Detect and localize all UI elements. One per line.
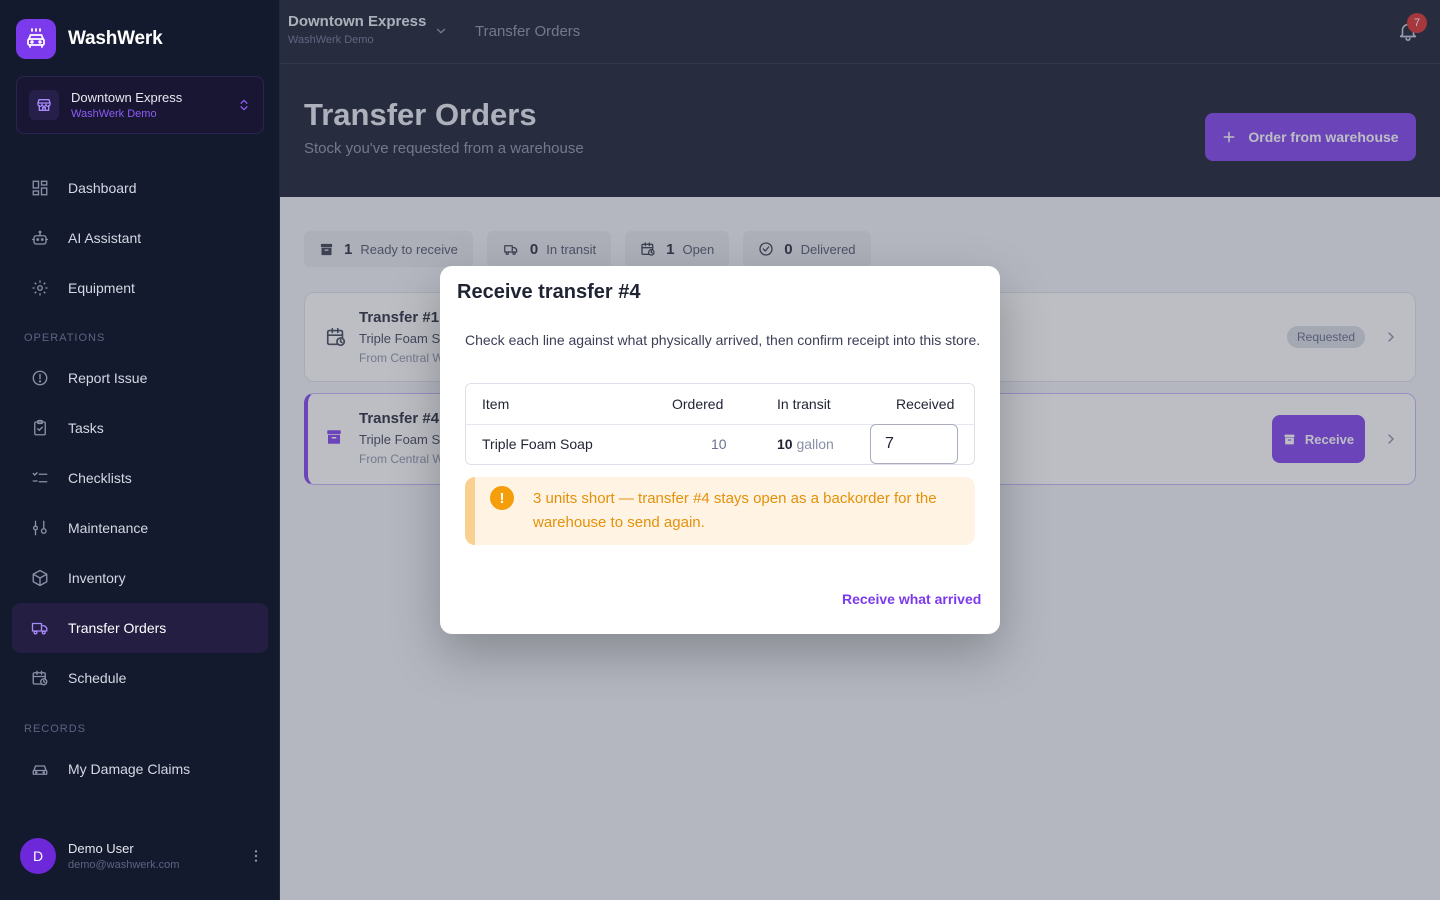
wrench-icon	[30, 518, 50, 538]
nav-section-operations: OPERATIONS	[24, 332, 106, 344]
dialog-title: Receive transfer #4	[457, 281, 641, 303]
sidebar-item-label: Inventory	[68, 570, 126, 586]
receive-what-arrived-button[interactable]: Receive what arrived	[842, 591, 981, 607]
sidebar-item-tasks[interactable]: Tasks	[12, 403, 268, 453]
sidebar-item-transfer-orders[interactable]: Transfer Orders	[12, 603, 268, 653]
list-check-icon	[30, 468, 50, 488]
sidebar-item-label: Maintenance	[68, 520, 149, 536]
sidebar-item-dashboard[interactable]: Dashboard	[12, 163, 268, 213]
car-icon	[30, 759, 50, 779]
store-name: Downtown Express	[71, 90, 183, 105]
truck-icon	[30, 618, 50, 638]
avatar: D	[20, 838, 56, 874]
sidebar-item-label: Checklists	[68, 470, 132, 486]
sidebar-item-label: Equipment	[68, 280, 135, 296]
dialog-description: Check each line against what physically …	[465, 332, 981, 348]
sidebar-item-schedule[interactable]: Schedule	[12, 653, 268, 703]
in-transit-qty: 10	[777, 436, 793, 452]
in-transit-unit: gallon	[796, 436, 834, 452]
brand[interactable]: WashWerk	[16, 19, 163, 59]
cell-in-transit: 10 gallon	[777, 436, 834, 452]
box-icon	[30, 568, 50, 588]
column-header-ordered: Ordered	[672, 396, 724, 412]
gear-icon	[30, 278, 50, 298]
shortage-warning: ! 3 units short — transfer #4 stays open…	[465, 477, 975, 545]
user-name: Demo User	[68, 841, 134, 856]
sidebar-item-label: My Damage Claims	[68, 761, 191, 777]
sidebar-item-label: Tasks	[68, 420, 104, 436]
nav-section-records: RECORDS	[24, 723, 87, 735]
sidebar-item-maintenance[interactable]: Maintenance	[12, 503, 268, 553]
sidebar-item-ai-assistant[interactable]: AI Assistant	[12, 213, 268, 263]
calendar-clock-icon	[30, 668, 50, 688]
chevron-up-down-icon	[237, 98, 251, 112]
store-icon	[29, 90, 59, 120]
robot-icon	[30, 228, 50, 248]
alert-circle-icon	[30, 368, 50, 388]
sidebar-item-checklists[interactable]: Checklists	[12, 453, 268, 503]
store-switcher[interactable]: Downtown Express WashWerk Demo	[16, 76, 264, 134]
sidebar-item-label: Schedule	[68, 670, 127, 686]
receipt-table: Item Ordered In transit Received Triple …	[465, 383, 975, 465]
warning-icon: !	[490, 486, 514, 510]
sidebar-item-my-damage-claims[interactable]: My Damage Claims	[12, 744, 268, 794]
more-vertical-icon[interactable]	[248, 848, 264, 864]
user-profile[interactable]: D Demo User demo@washwerk.com	[20, 838, 264, 874]
sidebar-item-label: Report Issue	[68, 370, 148, 386]
sidebar-item-equipment[interactable]: Equipment	[12, 263, 268, 313]
received-quantity-input[interactable]	[870, 424, 958, 464]
column-header-item: Item	[482, 396, 510, 412]
brand-name: WashWerk	[68, 28, 163, 49]
clipboard-check-icon	[30, 418, 50, 438]
grid-icon	[30, 178, 50, 198]
column-header-received: Received	[896, 396, 955, 412]
cell-ordered: 10	[711, 436, 727, 452]
sidebar-item-label: AI Assistant	[68, 230, 142, 246]
store-switcher-text: Downtown Express WashWerk Demo	[71, 90, 237, 120]
user-info: Demo User demo@washwerk.com	[68, 841, 248, 871]
sidebar-item-label: Dashboard	[68, 180, 137, 196]
sidebar-item-report-issue[interactable]: Report Issue	[12, 353, 268, 403]
column-header-in-transit: In transit	[777, 396, 831, 412]
car-wash-logo-icon	[16, 19, 56, 59]
sidebar-item-label: Transfer Orders	[68, 620, 167, 636]
sidebar-item-inventory[interactable]: Inventory	[12, 553, 268, 603]
store-org: WashWerk Demo	[71, 108, 157, 120]
warning-text: 3 units short — transfer #4 stays open a…	[533, 490, 937, 531]
user-email: demo@washwerk.com	[68, 859, 180, 871]
receive-transfer-dialog: Receive transfer #4 Check each line agai…	[440, 266, 1000, 634]
cell-item: Triple Foam Soap	[482, 436, 593, 452]
sidebar: WashWerk Downtown Express WashWerk Demo …	[0, 0, 280, 900]
